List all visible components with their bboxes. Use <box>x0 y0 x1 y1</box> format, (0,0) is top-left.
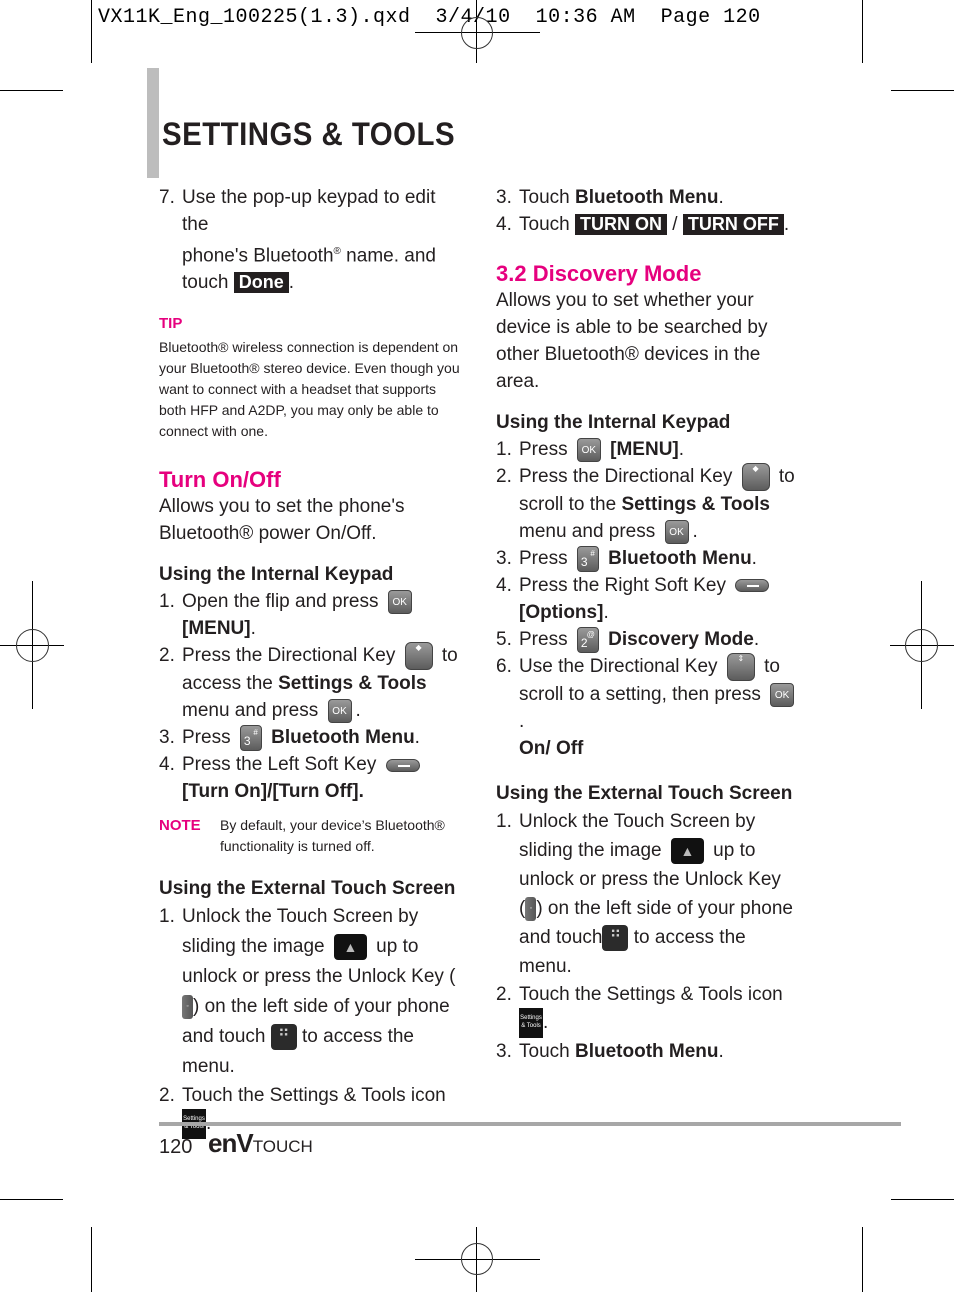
crop-mark <box>891 90 954 91</box>
ok-key-icon: OK <box>387 590 412 615</box>
page-title: SETTINGS & TOOLS <box>162 116 456 152</box>
list-item: 1. Unlock the Touch Screen by sliding th… <box>496 811 793 977</box>
unlock-key-icon: ◦ <box>525 896 537 921</box>
list-item: 3. Press 3 # Bluetooth Menu. <box>159 724 464 752</box>
tip-text: Bluetooth® wireless connection is depend… <box>159 339 460 440</box>
menu-icon: ⠛ <box>270 1024 297 1051</box>
number-2-key-icon: 2 @ <box>576 626 599 653</box>
subheading-external-touch: Using the External Touch Screen <box>159 878 456 900</box>
directional-key-icon: ◆ <box>741 463 770 491</box>
note-box: NOTE By default, your device’s Bluetooth… <box>159 815 464 857</box>
crop-mark <box>862 1227 863 1292</box>
menu-icon: ⠛ <box>602 924 629 951</box>
crop-mark <box>91 0 92 63</box>
subheading-internal-keypad: Using the Internal Keypad <box>496 412 731 433</box>
turn-on-button-label: TURN ON <box>574 214 667 235</box>
note-text: By default, your device’s Bluetooth® fun… <box>220 817 445 855</box>
ok-key-icon: OK <box>327 699 352 724</box>
ok-key-icon: OK <box>576 437 601 462</box>
tip-label: TIP <box>159 315 183 333</box>
list-item: 6. Use the Directional Key ⇕ to scroll t… <box>496 653 801 762</box>
unlock-key-icon: ◦ <box>182 995 193 1020</box>
section-title-discovery-mode: 3.2 Discovery Mode <box>496 261 702 286</box>
list-item: 1. Unlock the Touch Screen by sliding th… <box>159 906 456 1078</box>
note-label: NOTE <box>159 817 201 835</box>
list-item: 2. Touch the Settings & Tools icon Setti… <box>496 981 801 1038</box>
list-item: 4. Press the Right Soft Key [Options]. <box>496 572 801 626</box>
unlock-slider-icon: ▲ <box>670 837 704 864</box>
list-item: 5. Press 2 @ Discovery Mode. <box>496 626 801 653</box>
list-item: 4. Touch TURN ON / TURN OFF. <box>496 214 790 235</box>
unlock-slider-icon: ▲ <box>333 934 367 961</box>
brand-logo: enVTOUCH <box>208 1128 313 1158</box>
right-soft-key-icon <box>735 579 770 593</box>
subheading-internal-keypad: Using the Internal Keypad <box>159 564 394 586</box>
left-soft-key-icon <box>385 758 420 772</box>
list-item: 3. Touch Bluetooth Menu. <box>496 187 724 208</box>
ok-key-icon: OK <box>664 519 689 544</box>
crop-mark <box>0 1199 63 1200</box>
ok-key-icon: OK <box>770 682 795 707</box>
tip-box: TIP Bluetooth® wireless connection is de… <box>159 310 464 442</box>
list-item: 2. Press the Directional Key ◆ to scroll… <box>496 463 795 544</box>
crop-mark <box>891 1199 954 1200</box>
settings-tools-icon: Settings & Tools <box>519 1008 543 1038</box>
footer-rule <box>159 1122 901 1126</box>
list-item: 2. Press the Directional Key ◆ to access… <box>159 642 458 724</box>
list-item: 4. Press the Left Soft Key [Turn On]/[Tu… <box>159 751 464 805</box>
directional-key-icon: ◆ <box>404 642 433 671</box>
section-intro: Allows you to set whether your device is… <box>496 290 768 392</box>
page-number: 120 <box>159 1136 193 1158</box>
subheading-external-touch: Using the External Touch Screen <box>496 783 793 804</box>
list-item: 1. Open the flip and press OK [MENU]. <box>159 588 464 642</box>
step-7: 7. Use the pop-up keypad to edit the pho… <box>159 187 436 294</box>
done-button-label: Done <box>233 272 289 294</box>
list-item: 3. Press 3 # Bluetooth Menu. <box>496 545 801 572</box>
section-intro: Allows you to set the phone's Bluetooth®… <box>159 496 405 545</box>
crop-mark <box>91 1227 92 1292</box>
left-column: 7. Use the pop-up keypad to edit the pho… <box>159 184 464 1140</box>
directional-key-up-down-icon: ⇕ <box>726 653 755 681</box>
number-3-key-icon: 3 # <box>576 545 599 572</box>
right-column: 3. Touch Bluetooth Menu. 4. Touch TURN O… <box>496 184 801 1065</box>
print-slug: VX11K_Eng_100225(1.3).qxd 3/4/10 10:36 A… <box>98 6 761 29</box>
section-title-turn-on-off: Turn On/Off <box>159 467 281 493</box>
crop-mark <box>0 90 63 91</box>
list-item: 3. Touch Bluetooth Menu. <box>496 1041 724 1062</box>
crop-mark <box>862 0 863 63</box>
list-item: 1. Press OK [MENU]. <box>496 437 685 462</box>
number-3-key-icon: 3 # <box>239 725 262 752</box>
title-accent-bar <box>147 68 159 178</box>
turn-off-button-label: TURN OFF <box>682 214 784 235</box>
